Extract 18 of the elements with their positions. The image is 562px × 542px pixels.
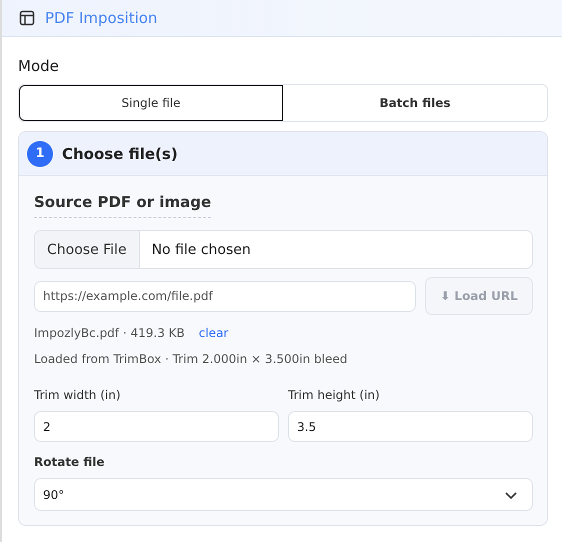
number-field[interactable]: 3.5	[288, 411, 533, 442]
field-label: Trim width (in)	[34, 388, 122, 402]
rotate-label: Rotate file	[34, 455, 106, 469]
field-label: Trim height (in)	[288, 388, 381, 402]
rotate-select[interactable]: 90°	[34, 478, 533, 511]
section-heading: Source PDF or image	[34, 193, 212, 211]
layout-icon	[19, 10, 35, 26]
mode-tab[interactable]: Single file	[19, 85, 283, 121]
url-field[interactable]: https://example.com/file.pdf	[34, 280, 416, 312]
mode-label: Mode	[18, 57, 60, 75]
file-input[interactable]: Choose File No file chosen	[34, 230, 533, 269]
number-field[interactable]: 2	[34, 411, 279, 442]
step-title: Choose file(s)	[62, 144, 178, 162]
clear-link[interactable]: clear	[198, 326, 228, 340]
file-info: ImpozlyBc.pdf · 419.3 KB	[34, 326, 185, 340]
loaded-note: Loaded from TrimBox · Trim 2.000in × 3.500in bleed	[34, 352, 348, 366]
panel-title: PDF Imposition	[45, 9, 158, 27]
step-number-badge: 1	[27, 140, 53, 166]
